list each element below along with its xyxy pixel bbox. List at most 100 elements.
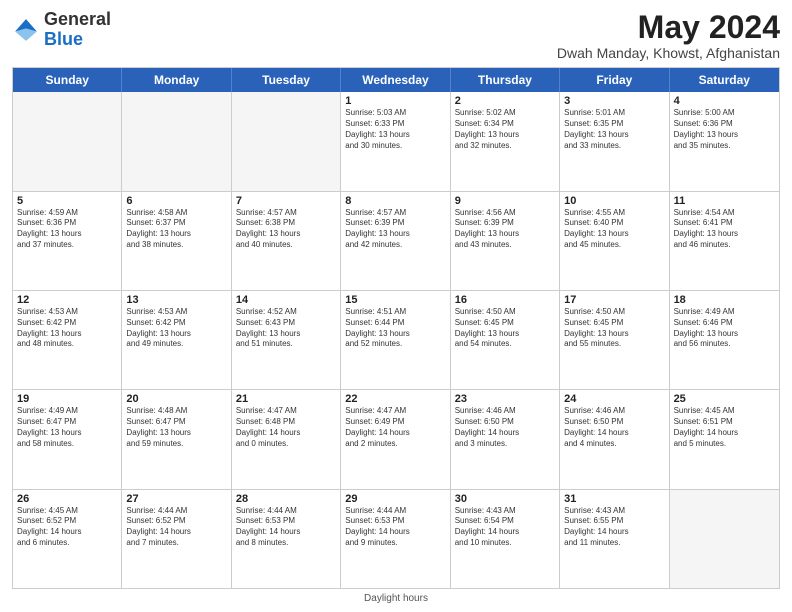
day-number: 18 (674, 294, 775, 306)
calendar-cell: 14Sunrise: 4:52 AM Sunset: 6:43 PM Dayli… (232, 291, 341, 389)
calendar-cell (670, 490, 779, 588)
cell-info: Sunrise: 4:50 AM Sunset: 6:45 PM Dayligh… (455, 307, 555, 350)
header-cell-saturday: Saturday (670, 68, 779, 92)
calendar-cell: 4Sunrise: 5:00 AM Sunset: 6:36 PM Daylig… (670, 92, 779, 190)
day-number: 13 (126, 294, 226, 306)
day-number: 10 (564, 195, 664, 207)
calendar-cell: 22Sunrise: 4:47 AM Sunset: 6:49 PM Dayli… (341, 390, 450, 488)
day-number: 30 (455, 493, 555, 505)
day-number: 8 (345, 195, 445, 207)
cell-info: Sunrise: 4:46 AM Sunset: 6:50 PM Dayligh… (455, 406, 555, 449)
calendar-cell: 8Sunrise: 4:57 AM Sunset: 6:39 PM Daylig… (341, 192, 450, 290)
title-block: May 2024 Dwah Manday, Khowst, Afghanista… (557, 10, 780, 61)
calendar-row-4: 26Sunrise: 4:45 AM Sunset: 6:52 PM Dayli… (13, 489, 779, 588)
calendar-cell: 21Sunrise: 4:47 AM Sunset: 6:48 PM Dayli… (232, 390, 341, 488)
cell-info: Sunrise: 4:49 AM Sunset: 6:46 PM Dayligh… (674, 307, 775, 350)
logo-icon (12, 16, 40, 44)
page: General Blue May 2024 Dwah Manday, Khows… (0, 0, 792, 612)
day-number: 22 (345, 393, 445, 405)
cell-info: Sunrise: 4:45 AM Sunset: 6:51 PM Dayligh… (674, 406, 775, 449)
calendar-header: SundayMondayTuesdayWednesdayThursdayFrid… (13, 68, 779, 92)
calendar-cell: 28Sunrise: 4:44 AM Sunset: 6:53 PM Dayli… (232, 490, 341, 588)
calendar-cell: 11Sunrise: 4:54 AM Sunset: 6:41 PM Dayli… (670, 192, 779, 290)
day-number: 28 (236, 493, 336, 505)
cell-info: Sunrise: 4:54 AM Sunset: 6:41 PM Dayligh… (674, 208, 775, 251)
calendar-row-2: 12Sunrise: 4:53 AM Sunset: 6:42 PM Dayli… (13, 290, 779, 389)
day-number: 27 (126, 493, 226, 505)
title-month: May 2024 (557, 10, 780, 45)
day-number: 31 (564, 493, 664, 505)
day-number: 2 (455, 95, 555, 107)
day-number: 20 (126, 393, 226, 405)
calendar-cell (232, 92, 341, 190)
cell-info: Sunrise: 4:53 AM Sunset: 6:42 PM Dayligh… (17, 307, 117, 350)
header-cell-monday: Monday (122, 68, 231, 92)
calendar-cell: 17Sunrise: 4:50 AM Sunset: 6:45 PM Dayli… (560, 291, 669, 389)
calendar-cell: 30Sunrise: 4:43 AM Sunset: 6:54 PM Dayli… (451, 490, 560, 588)
day-number: 26 (17, 493, 117, 505)
day-number: 5 (17, 195, 117, 207)
cell-info: Sunrise: 4:59 AM Sunset: 6:36 PM Dayligh… (17, 208, 117, 251)
day-number: 17 (564, 294, 664, 306)
day-number: 6 (126, 195, 226, 207)
calendar-row-3: 19Sunrise: 4:49 AM Sunset: 6:47 PM Dayli… (13, 389, 779, 488)
calendar-cell (122, 92, 231, 190)
cell-info: Sunrise: 4:44 AM Sunset: 6:53 PM Dayligh… (236, 506, 336, 549)
calendar-cell: 6Sunrise: 4:58 AM Sunset: 6:37 PM Daylig… (122, 192, 231, 290)
cell-info: Sunrise: 4:48 AM Sunset: 6:47 PM Dayligh… (126, 406, 226, 449)
calendar-cell: 9Sunrise: 4:56 AM Sunset: 6:39 PM Daylig… (451, 192, 560, 290)
calendar-cell: 7Sunrise: 4:57 AM Sunset: 6:38 PM Daylig… (232, 192, 341, 290)
logo-general: General (44, 9, 111, 29)
cell-info: Sunrise: 4:45 AM Sunset: 6:52 PM Dayligh… (17, 506, 117, 549)
day-number: 29 (345, 493, 445, 505)
day-number: 23 (455, 393, 555, 405)
cell-info: Sunrise: 4:57 AM Sunset: 6:39 PM Dayligh… (345, 208, 445, 251)
day-number: 12 (17, 294, 117, 306)
header-cell-friday: Friday (560, 68, 669, 92)
calendar-cell: 2Sunrise: 5:02 AM Sunset: 6:34 PM Daylig… (451, 92, 560, 190)
day-number: 25 (674, 393, 775, 405)
calendar-cell (13, 92, 122, 190)
cell-info: Sunrise: 4:52 AM Sunset: 6:43 PM Dayligh… (236, 307, 336, 350)
cell-info: Sunrise: 4:50 AM Sunset: 6:45 PM Dayligh… (564, 307, 664, 350)
calendar-cell: 16Sunrise: 4:50 AM Sunset: 6:45 PM Dayli… (451, 291, 560, 389)
cell-info: Sunrise: 4:46 AM Sunset: 6:50 PM Dayligh… (564, 406, 664, 449)
calendar-cell: 5Sunrise: 4:59 AM Sunset: 6:36 PM Daylig… (13, 192, 122, 290)
calendar-cell: 12Sunrise: 4:53 AM Sunset: 6:42 PM Dayli… (13, 291, 122, 389)
daylight-label: Daylight hours (364, 593, 428, 604)
day-number: 21 (236, 393, 336, 405)
calendar-row-1: 5Sunrise: 4:59 AM Sunset: 6:36 PM Daylig… (13, 191, 779, 290)
cell-info: Sunrise: 4:47 AM Sunset: 6:49 PM Dayligh… (345, 406, 445, 449)
cell-info: Sunrise: 4:49 AM Sunset: 6:47 PM Dayligh… (17, 406, 117, 449)
cell-info: Sunrise: 4:53 AM Sunset: 6:42 PM Dayligh… (126, 307, 226, 350)
calendar-cell: 10Sunrise: 4:55 AM Sunset: 6:40 PM Dayli… (560, 192, 669, 290)
logo: General Blue (12, 10, 111, 50)
day-number: 16 (455, 294, 555, 306)
calendar-cell: 31Sunrise: 4:43 AM Sunset: 6:55 PM Dayli… (560, 490, 669, 588)
calendar-cell: 19Sunrise: 4:49 AM Sunset: 6:47 PM Dayli… (13, 390, 122, 488)
cell-info: Sunrise: 4:58 AM Sunset: 6:37 PM Dayligh… (126, 208, 226, 251)
calendar-cell: 24Sunrise: 4:46 AM Sunset: 6:50 PM Dayli… (560, 390, 669, 488)
calendar-row-0: 1Sunrise: 5:03 AM Sunset: 6:33 PM Daylig… (13, 92, 779, 190)
day-number: 9 (455, 195, 555, 207)
cell-info: Sunrise: 4:43 AM Sunset: 6:55 PM Dayligh… (564, 506, 664, 549)
header-cell-thursday: Thursday (451, 68, 560, 92)
day-number: 7 (236, 195, 336, 207)
cell-info: Sunrise: 5:02 AM Sunset: 6:34 PM Dayligh… (455, 108, 555, 151)
cell-info: Sunrise: 5:00 AM Sunset: 6:36 PM Dayligh… (674, 108, 775, 151)
cell-info: Sunrise: 4:44 AM Sunset: 6:53 PM Dayligh… (345, 506, 445, 549)
day-number: 11 (674, 195, 775, 207)
cell-info: Sunrise: 4:56 AM Sunset: 6:39 PM Dayligh… (455, 208, 555, 251)
calendar-cell: 29Sunrise: 4:44 AM Sunset: 6:53 PM Dayli… (341, 490, 450, 588)
cell-info: Sunrise: 4:55 AM Sunset: 6:40 PM Dayligh… (564, 208, 664, 251)
calendar-cell: 3Sunrise: 5:01 AM Sunset: 6:35 PM Daylig… (560, 92, 669, 190)
cell-info: Sunrise: 4:51 AM Sunset: 6:44 PM Dayligh… (345, 307, 445, 350)
cell-info: Sunrise: 4:47 AM Sunset: 6:48 PM Dayligh… (236, 406, 336, 449)
day-number: 4 (674, 95, 775, 107)
header-cell-sunday: Sunday (13, 68, 122, 92)
day-number: 1 (345, 95, 445, 107)
cell-info: Sunrise: 5:03 AM Sunset: 6:33 PM Dayligh… (345, 108, 445, 151)
day-number: 15 (345, 294, 445, 306)
day-number: 19 (17, 393, 117, 405)
day-number: 14 (236, 294, 336, 306)
